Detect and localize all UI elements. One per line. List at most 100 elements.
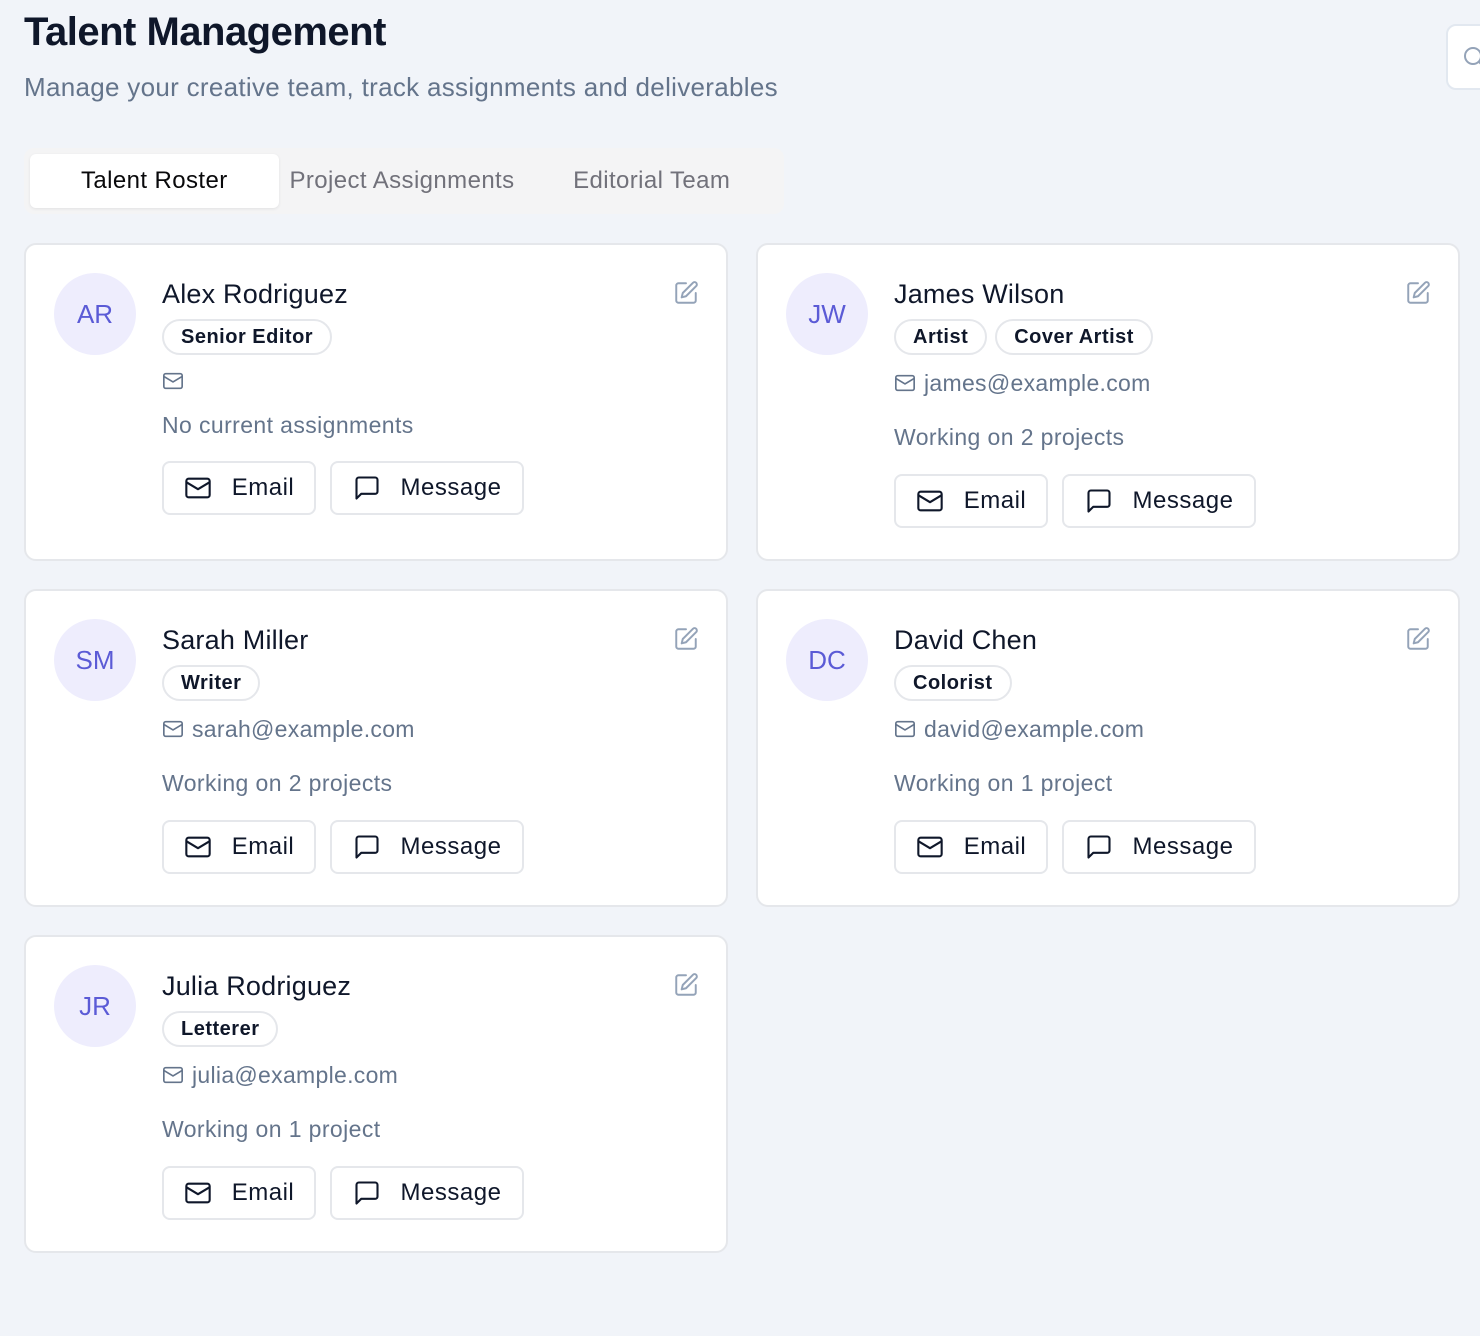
avatar: JW <box>786 273 868 355</box>
talent-card: DC David Chen Colorist david@example.com… <box>756 589 1460 907</box>
edit-icon <box>1407 627 1430 650</box>
message-square-icon <box>354 835 379 859</box>
role-badge: Letterer <box>162 1011 279 1047</box>
message-button-label: Message <box>400 1179 502 1206</box>
assignment-status: Working on 1 project <box>162 1116 381 1142</box>
assignment-status: Working on 2 projects <box>162 770 393 796</box>
tab-project-assignments[interactable]: Project Assignments <box>279 154 526 208</box>
talent-info: Julia Rodriguez Letterer julia@example.c… <box>162 967 666 1220</box>
page-subtitle: Manage your creative team, track assignm… <box>24 72 778 102</box>
edit-button[interactable] <box>1404 625 1432 653</box>
role-badge: Cover Artist <box>995 319 1153 355</box>
mail-icon <box>163 1066 183 1084</box>
avatar: DC <box>786 619 868 701</box>
edit-icon <box>675 973 698 996</box>
role-badges: Colorist <box>894 665 1398 701</box>
assignment-status: Working on 1 project <box>894 770 1113 796</box>
email-address: sarah@example.com <box>192 715 415 742</box>
role-badge: Senior Editor <box>162 319 333 355</box>
talent-card: AR Alex Rodriguez Senior Editor No curre… <box>24 243 728 561</box>
message-button[interactable]: Message <box>1062 474 1256 528</box>
email-row: julia@example.com <box>162 1059 666 1091</box>
message-square-icon <box>1086 835 1111 859</box>
card-actions: Email Message <box>162 461 666 515</box>
email-button[interactable]: Email <box>162 820 316 874</box>
message-square-icon <box>354 476 379 500</box>
email-row: sarah@example.com <box>162 713 666 745</box>
email-button-label: Email <box>231 833 295 860</box>
mail-icon <box>185 836 211 858</box>
message-button[interactable]: Message <box>330 1166 524 1220</box>
role-badges: Artist Cover Artist <box>894 319 1398 355</box>
edit-icon <box>1407 281 1430 304</box>
message-button-label: Message <box>400 474 502 501</box>
assignment-status: Working on 2 projects <box>894 424 1125 450</box>
talent-tabs: Talent Roster Project Assignments Editor… <box>24 148 784 214</box>
email-button[interactable]: Email <box>894 474 1048 528</box>
talent-card: JR Julia Rodriguez Letterer julia@exampl… <box>24 935 728 1253</box>
card-actions: Email Message <box>162 820 666 874</box>
email-row: james@example.com <box>894 367 1398 399</box>
message-button[interactable]: Message <box>330 820 524 874</box>
edit-icon <box>675 627 698 650</box>
page-title: Talent Management <box>24 10 386 54</box>
avatar: SM <box>54 619 136 701</box>
role-badge: Colorist <box>894 665 1012 701</box>
talent-name: David Chen <box>894 625 1038 655</box>
search-icon <box>1464 47 1480 65</box>
role-badge: Artist <box>894 319 988 355</box>
message-button-label: Message <box>1132 833 1234 860</box>
talent-management-page: Talent Management Manage your creative t… <box>0 0 1480 1336</box>
avatar: AR <box>54 273 136 355</box>
tab-editorial-team[interactable]: Editorial Team <box>525 154 778 208</box>
mail-icon <box>917 490 943 512</box>
mail-icon <box>163 720 183 738</box>
message-square-icon <box>1086 489 1111 513</box>
email-row <box>162 365 666 397</box>
message-square-icon <box>354 1181 379 1205</box>
avatar: JR <box>54 965 136 1047</box>
talent-info: Sarah Miller Writer sarah@example.com Wo… <box>162 621 666 874</box>
top-right-search-button[interactable] <box>1446 24 1480 90</box>
email-address: david@example.com <box>924 715 1145 742</box>
assignment-status: No current assignments <box>162 412 414 438</box>
message-button[interactable]: Message <box>1062 820 1256 874</box>
mail-icon <box>185 1182 211 1204</box>
card-actions: Email Message <box>894 820 1398 874</box>
edit-icon <box>675 281 698 304</box>
edit-button[interactable] <box>672 279 700 307</box>
edit-button[interactable] <box>1404 279 1432 307</box>
edit-button[interactable] <box>672 971 700 999</box>
card-actions: Email Message <box>162 1166 666 1220</box>
talent-info: David Chen Colorist david@example.com Wo… <box>894 621 1398 874</box>
email-button[interactable]: Email <box>894 820 1048 874</box>
email-button-label: Email <box>231 1179 295 1206</box>
role-badges: Letterer <box>162 1011 666 1047</box>
email-button[interactable]: Email <box>162 1166 316 1220</box>
role-badges: Senior Editor <box>162 319 666 355</box>
mail-icon <box>185 477 211 499</box>
email-address: julia@example.com <box>192 1061 399 1088</box>
email-button[interactable]: Email <box>162 461 316 515</box>
email-address: james@example.com <box>924 369 1151 396</box>
mail-icon <box>917 836 943 858</box>
talent-info: Alex Rodriguez Senior Editor No current … <box>162 275 666 515</box>
talent-name: Sarah Miller <box>162 625 309 655</box>
role-badge: Writer <box>162 665 261 701</box>
tab-talent-roster[interactable]: Talent Roster <box>30 154 279 208</box>
edit-button[interactable] <box>672 625 700 653</box>
message-button-label: Message <box>1132 487 1234 514</box>
message-button-label: Message <box>400 833 502 860</box>
talent-name: Julia Rodriguez <box>162 971 352 1001</box>
mail-icon <box>895 720 915 738</box>
email-button-label: Email <box>231 474 295 501</box>
email-button-label: Email <box>963 487 1027 514</box>
email-row: david@example.com <box>894 713 1398 745</box>
card-actions: Email Message <box>894 474 1398 528</box>
talent-info: James Wilson Artist Cover Artist james@e… <box>894 275 1398 528</box>
email-button-label: Email <box>963 833 1027 860</box>
talent-card: JW James Wilson Artist Cover Artist jame… <box>756 243 1460 561</box>
mail-icon <box>163 372 183 390</box>
talent-name: James Wilson <box>894 279 1065 309</box>
message-button[interactable]: Message <box>330 461 524 515</box>
